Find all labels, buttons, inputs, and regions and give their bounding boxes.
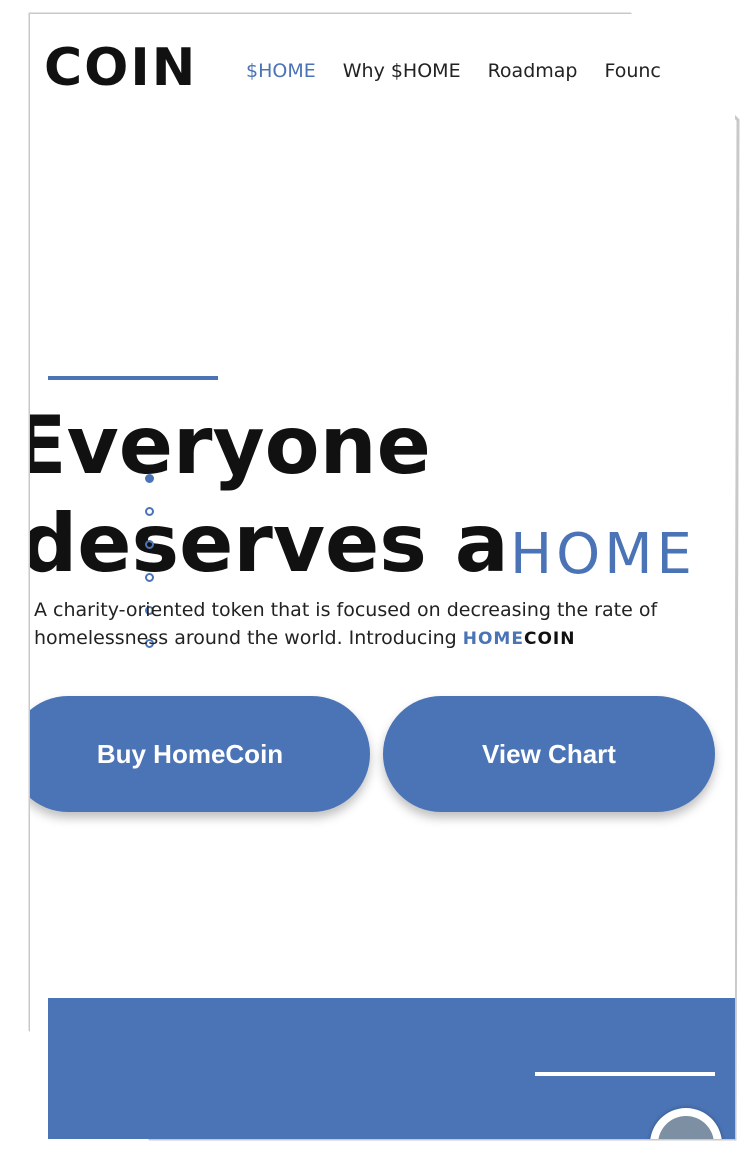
slider-dot[interactable]	[145, 540, 154, 549]
view-chart-button[interactable]: View Chart	[383, 696, 715, 812]
slider-dot[interactable]	[145, 573, 154, 582]
site-logo[interactable]: COIN	[44, 42, 197, 94]
hero-accent-bar	[48, 376, 218, 380]
page: COIN $HOME Why $HOME Roadmap Founc Every…	[30, 14, 735, 1139]
nav-item-why-home[interactable]: Why $HOME	[343, 60, 461, 82]
hero-description: A charity-oriented token that is focused…	[34, 596, 724, 653]
nav-item-home[interactable]: $HOME	[246, 60, 316, 82]
brand-home-text: HOME	[462, 629, 524, 649]
nav-item-founders[interactable]: Founc	[604, 60, 660, 82]
hero-headline-line-2: deserves a	[30, 497, 509, 590]
brand-coin-text: COIN	[523, 629, 576, 649]
nav-item-roadmap[interactable]: Roadmap	[488, 60, 578, 82]
main-nav: $HOME Why $HOME Roadmap Founc	[246, 60, 661, 82]
buy-homecoin-button[interactable]: Buy HomeCoin	[30, 696, 370, 812]
band-accent-line	[535, 1072, 715, 1076]
avatar-image	[658, 1116, 714, 1139]
hero-highlight-word: HOME	[510, 522, 696, 587]
hero-headline-line-1: Everyone	[30, 399, 431, 492]
section-band	[48, 998, 735, 1139]
slider-dot-active[interactable]	[145, 474, 154, 483]
slider-dot[interactable]	[145, 507, 154, 516]
